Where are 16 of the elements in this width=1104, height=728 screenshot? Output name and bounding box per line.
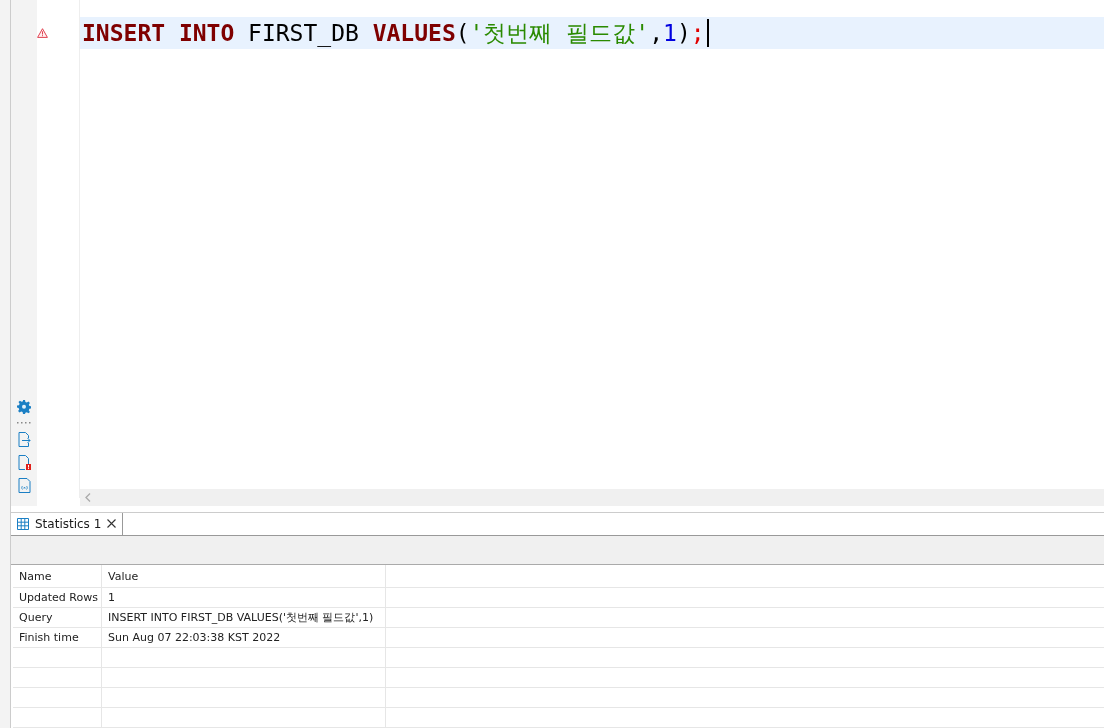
column-header[interactable]: Value — [102, 565, 386, 587]
settings-icon[interactable] — [17, 400, 31, 414]
horizontal-scrollbar[interactable] — [80, 489, 1104, 506]
file-error-icon[interactable] — [17, 455, 31, 470]
variable-file-icon[interactable] — [17, 478, 31, 493]
table-cell: INSERT INTO FIRST_DB VALUES('첫번째 필드값',1) — [102, 608, 386, 627]
table-cell: 1 — [102, 588, 386, 607]
table-cell: Query — [13, 608, 102, 627]
text-cursor — [706, 19, 709, 47]
table-cell: Finish time — [13, 628, 102, 647]
column-header[interactable]: Name — [13, 565, 102, 587]
close-icon[interactable] — [107, 519, 117, 529]
grid-icon — [17, 517, 29, 530]
export-file-icon[interactable] — [17, 432, 31, 447]
table-cell: Sun Aug 07 22:03:38 KST 2022 — [102, 628, 386, 647]
table-cell: Updated Rows — [13, 588, 102, 607]
